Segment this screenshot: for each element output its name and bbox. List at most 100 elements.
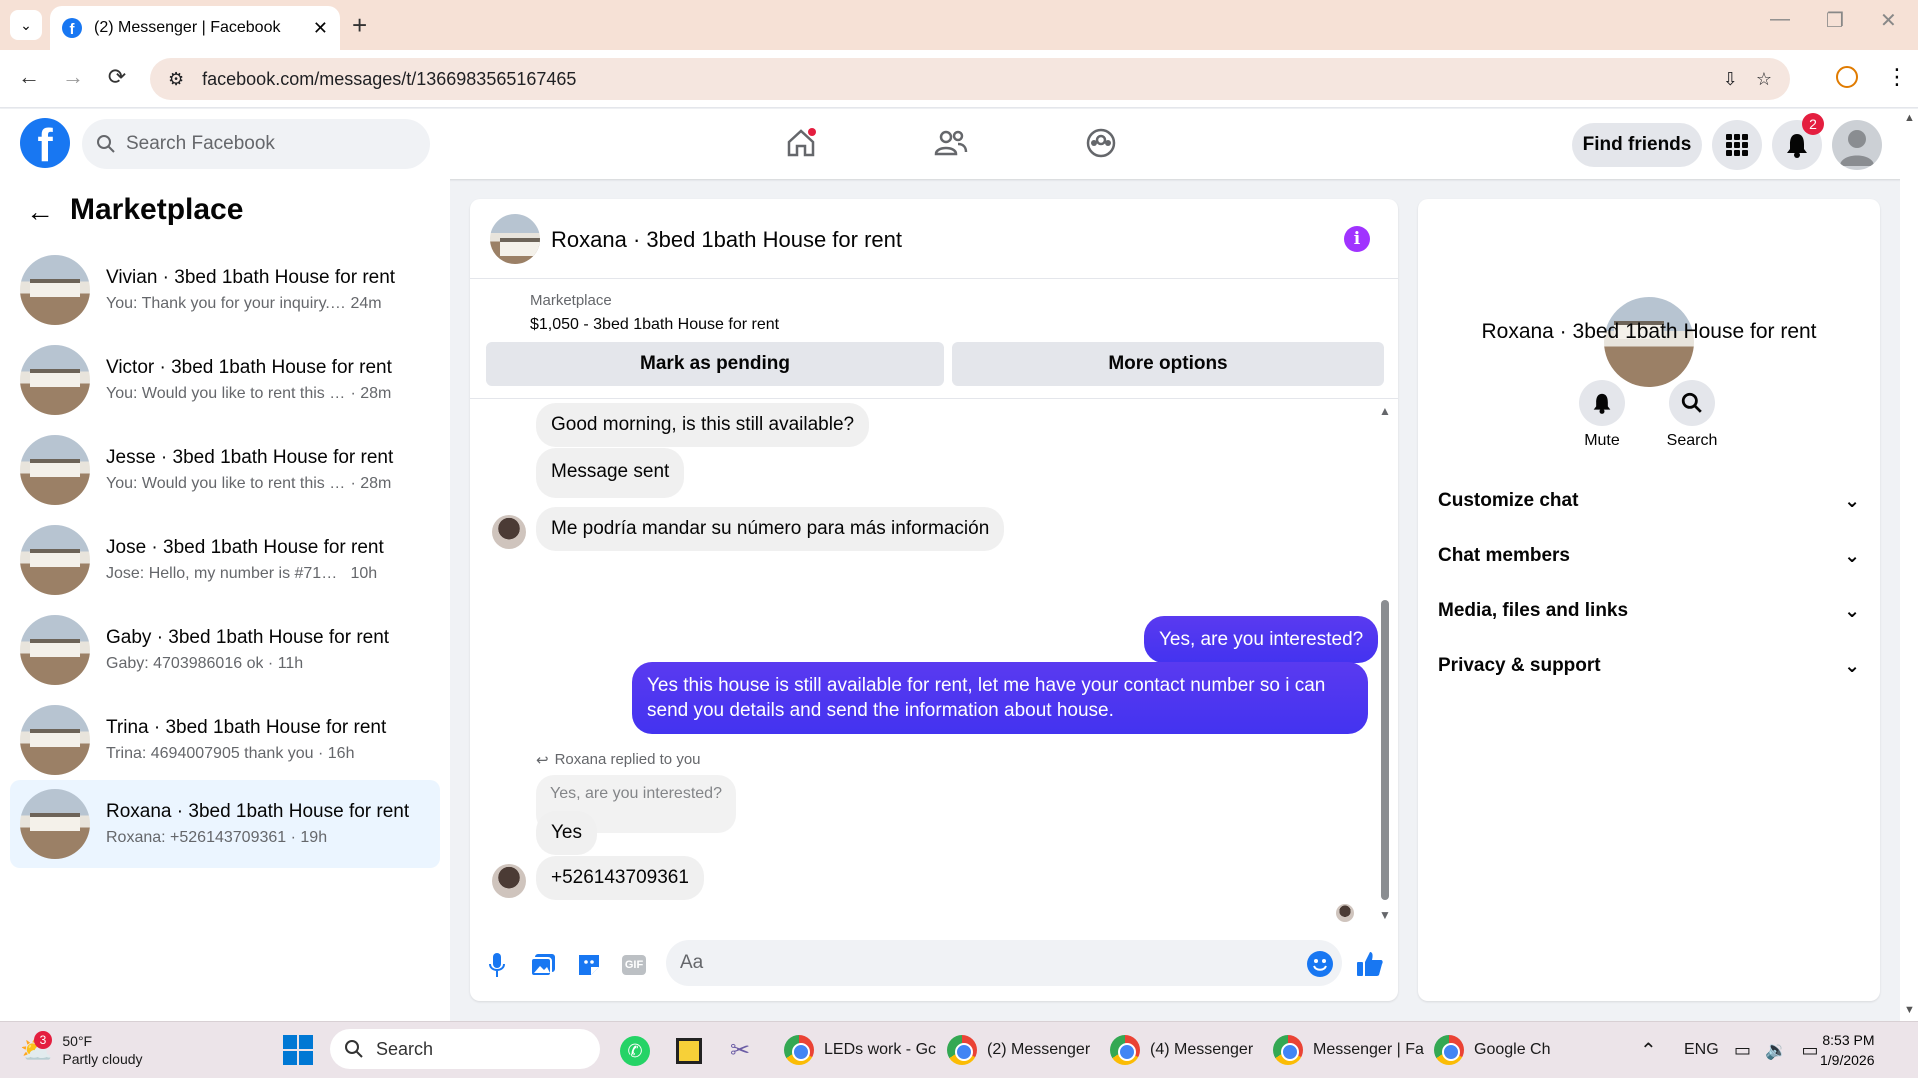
taskbar-search[interactable]: Search bbox=[330, 1029, 600, 1069]
window-close-icon[interactable]: ✕ bbox=[1880, 8, 1897, 33]
sticker-icon[interactable] bbox=[574, 950, 604, 980]
more-options-button[interactable]: More options bbox=[952, 342, 1384, 386]
listing-thumbnail bbox=[20, 435, 90, 505]
language-indicator[interactable]: ENG bbox=[1684, 1028, 1719, 1072]
chevron-down-icon: ⌄ bbox=[20, 16, 32, 33]
customize-chat-row[interactable]: Customize chat ⌄ bbox=[1438, 477, 1860, 525]
reload-icon[interactable]: ⟳ bbox=[102, 64, 132, 90]
search-label: Search bbox=[1666, 432, 1718, 449]
info-icon[interactable]: i bbox=[1344, 226, 1370, 252]
close-tab-icon[interactable]: ✕ bbox=[313, 18, 328, 39]
facebook-logo-icon[interactable]: f bbox=[20, 118, 70, 168]
mute-bell-icon[interactable] bbox=[1579, 380, 1625, 426]
conversation-item[interactable]: Victor · 3bed 1bath House for rent You: … bbox=[10, 336, 440, 424]
snipping-tool-icon[interactable]: ✂ bbox=[730, 1036, 750, 1065]
chat-title[interactable]: Roxana · 3bed 1bath House for rent bbox=[551, 227, 902, 253]
chrome-icon bbox=[784, 1035, 814, 1065]
contact-avatar[interactable] bbox=[492, 515, 526, 549]
install-app-icon[interactable]: ⇩ bbox=[1723, 69, 1738, 90]
account-avatar[interactable] bbox=[1832, 120, 1882, 170]
search-in-chat-icon[interactable] bbox=[1669, 380, 1715, 426]
incoming-message[interactable]: Good morning, is this still available? bbox=[536, 403, 870, 447]
gif-icon[interactable]: GIF bbox=[619, 950, 649, 980]
site-settings-icon[interactable]: ⚙ bbox=[168, 69, 184, 90]
new-tab-button[interactable]: + bbox=[352, 10, 367, 41]
notification-badge: 2 bbox=[1802, 113, 1824, 135]
browser-tab[interactable]: f (2) Messenger | Facebook ✕ bbox=[50, 6, 340, 50]
thumbs-up-icon[interactable] bbox=[1356, 950, 1384, 983]
chrome-icon bbox=[947, 1035, 977, 1065]
scroll-down-icon[interactable]: ▼ bbox=[1379, 908, 1391, 922]
media-files-links-row[interactable]: Media, files and links ⌄ bbox=[1438, 587, 1860, 635]
conversation-item[interactable]: Jesse · 3bed 1bath House for rent You: W… bbox=[10, 426, 440, 514]
page-scroll-down-icon[interactable]: ▼ bbox=[1904, 1004, 1915, 1016]
scroll-up-icon[interactable]: ▲ bbox=[1379, 404, 1391, 418]
page-scroll-up-icon[interactable]: ▲ bbox=[1904, 112, 1915, 124]
conversation-name: Gaby · 3bed 1bath House for rent bbox=[106, 627, 390, 648]
profile-account-icon[interactable] bbox=[1836, 66, 1858, 88]
restore-icon[interactable]: ❐ bbox=[1826, 8, 1844, 33]
conversation-time: 10h bbox=[350, 565, 378, 582]
chat-members-row[interactable]: Chat members ⌄ bbox=[1438, 532, 1860, 580]
taskbar-app-chrome[interactable]: Messenger | Fa bbox=[1273, 1028, 1424, 1072]
conversation-preview: You: Would you like to rent this pro... bbox=[106, 385, 346, 402]
back-icon[interactable]: ← bbox=[14, 64, 44, 90]
conversation-item[interactable]: Trina · 3bed 1bath House for rent Trina:… bbox=[10, 696, 440, 784]
photo-icon[interactable] bbox=[528, 950, 558, 980]
taskbar-app-chrome[interactable]: LEDs work - Gc bbox=[784, 1028, 936, 1072]
taskbar-app-chrome[interactable]: Google Ch bbox=[1434, 1028, 1551, 1072]
tray-chevron-up-icon[interactable]: ⌃ bbox=[1640, 1028, 1657, 1072]
incoming-message[interactable]: Me podría mandar su número para más info… bbox=[536, 507, 1005, 551]
facebook-search-input[interactable]: Search Facebook bbox=[82, 119, 430, 169]
chevron-down-icon: ⌄ bbox=[1844, 655, 1860, 677]
contact-avatar[interactable] bbox=[492, 864, 526, 898]
conversation-item[interactable]: Vivian · 3bed 1bath House for rent You: … bbox=[10, 246, 440, 334]
scroll-thumb[interactable] bbox=[1381, 600, 1389, 900]
message-input[interactable]: Aa bbox=[666, 940, 1342, 986]
chat-avatar[interactable] bbox=[490, 214, 540, 264]
reply-arrow-icon: ↩ bbox=[536, 752, 549, 769]
tab-search-button[interactable]: ⌄ bbox=[10, 10, 42, 40]
weather-widget[interactable]: ⛅ 3 50°F Partly cloudy bbox=[20, 1028, 143, 1072]
microphone-icon[interactable] bbox=[482, 950, 512, 980]
windows-start-icon[interactable] bbox=[283, 1035, 313, 1070]
divider bbox=[470, 398, 1398, 399]
sidebar-title: Marketplace bbox=[70, 193, 244, 226]
groups-icon[interactable] bbox=[1081, 123, 1121, 163]
outgoing-message[interactable]: Yes, are you interested? bbox=[1144, 616, 1379, 663]
bookmark-star-icon[interactable]: ☆ bbox=[1756, 69, 1772, 90]
listing-price[interactable]: $1,050 - 3bed 1bath House for rent bbox=[530, 316, 779, 334]
minimize-icon[interactable]: — bbox=[1770, 8, 1790, 31]
clock[interactable]: 8:53 PM 1/9/2026 bbox=[1820, 1030, 1875, 1070]
conversation-preview: Jose: Hello, my number is #7135740... bbox=[106, 565, 346, 582]
forward-icon[interactable]: → bbox=[58, 64, 88, 90]
weather-desc: Partly cloudy bbox=[62, 1051, 143, 1067]
privacy-support-row[interactable]: Privacy & support ⌄ bbox=[1438, 642, 1860, 690]
conversation-item-active[interactable]: Roxana · 3bed 1bath House for rent Roxan… bbox=[10, 780, 440, 868]
menu-grid-icon[interactable] bbox=[1712, 120, 1762, 170]
whatsapp-icon[interactable]: ✆ bbox=[620, 1036, 650, 1066]
emoji-icon[interactable] bbox=[1307, 951, 1333, 977]
incoming-message[interactable]: Message sent bbox=[536, 448, 685, 498]
clock-time: 8:53 PM bbox=[1822, 1032, 1875, 1048]
back-arrow-icon[interactable]: ← bbox=[26, 196, 54, 228]
listing-label: Marketplace bbox=[530, 292, 612, 309]
mark-as-pending-button[interactable]: Mark as pending bbox=[486, 342, 944, 386]
outgoing-message[interactable]: Yes this house is still available for re… bbox=[632, 662, 1368, 734]
conversation-item[interactable]: Gaby · 3bed 1bath House for rent Gaby: 4… bbox=[10, 606, 440, 694]
incoming-message[interactable]: +526143709361 bbox=[536, 856, 704, 900]
taskbar-app-chrome[interactable]: (2) Messenger bbox=[947, 1028, 1090, 1072]
taskbar-app-chrome[interactable]: (4) Messenger bbox=[1110, 1028, 1253, 1072]
system-tray[interactable]: ▭ 🔉 ▭ bbox=[1734, 1028, 1818, 1072]
chrome-icon bbox=[1434, 1035, 1464, 1065]
incoming-message[interactable]: Yes bbox=[536, 811, 597, 855]
find-friends-button[interactable]: Find friends bbox=[1572, 123, 1702, 167]
conversation-preview: Gaby: 4703986016 ok bbox=[106, 655, 264, 672]
browser-menu-icon[interactable]: ⋮ bbox=[1886, 64, 1908, 90]
sticky-notes-icon[interactable] bbox=[676, 1038, 702, 1064]
conversation-item[interactable]: Jose · 3bed 1bath House for rent Jose: H… bbox=[10, 516, 440, 604]
home-icon[interactable] bbox=[781, 123, 821, 163]
friends-icon[interactable] bbox=[931, 123, 971, 163]
page-scrollbar[interactable] bbox=[1900, 109, 1918, 1021]
url-omnibox[interactable]: ⚙ facebook.com/messages/t/13669835651674… bbox=[150, 58, 1790, 100]
